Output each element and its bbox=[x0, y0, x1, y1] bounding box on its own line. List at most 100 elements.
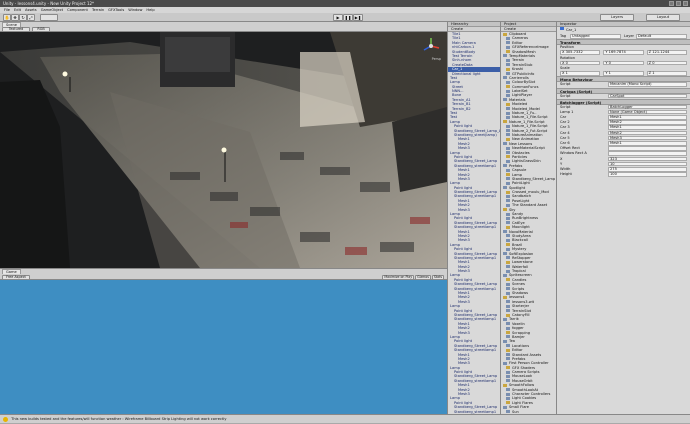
field-value[interactable]: Mesh1 bbox=[608, 141, 687, 146]
asset-icon bbox=[506, 116, 510, 119]
field-value[interactable]: BatchLogger bbox=[608, 105, 687, 110]
object-name-field[interactable]: Car_1 bbox=[566, 27, 576, 34]
asset-icon bbox=[506, 68, 510, 71]
pivot-toggle[interactable] bbox=[40, 14, 58, 21]
asset-icon bbox=[506, 37, 510, 40]
hierarchy-item[interactable]: Standberg_streetlamp1 bbox=[448, 287, 500, 291]
scale-z-field[interactable]: Z 1 bbox=[647, 71, 687, 76]
project-item-label: SmoothFollow bbox=[509, 383, 534, 387]
tag-dropdown[interactable]: Untagged bbox=[570, 34, 621, 39]
step-button[interactable]: ▶❚ bbox=[353, 14, 363, 21]
pause-button[interactable]: ❚❚ bbox=[343, 14, 353, 21]
render-mode-dropdown[interactable]: RGB bbox=[32, 27, 50, 32]
layer-dropdown[interactable]: Default bbox=[636, 34, 687, 39]
hierarchy-item[interactable]: Standberg_street(lamp) bbox=[448, 133, 500, 137]
project-item-label: Spritescreen bbox=[509, 273, 532, 277]
layers-dropdown[interactable]: Layers bbox=[600, 14, 634, 21]
position-y-field[interactable]: Y 169.7874 bbox=[603, 50, 643, 55]
project-item-label: Standberg_Street_Lamp bbox=[512, 177, 555, 181]
project-item-label: PoseLight bbox=[512, 199, 529, 203]
hierarchy-item[interactable]: Standberg_streetlamp1 bbox=[448, 317, 500, 321]
hierarchy-item[interactable]: Standberg_Street_Lamp bbox=[448, 282, 500, 286]
asset-icon bbox=[506, 177, 510, 180]
component-script-field[interactable]: CarSpot bbox=[608, 94, 687, 99]
asset-icon bbox=[506, 314, 510, 317]
project-item-label: Kroshi bbox=[512, 67, 523, 71]
maximize-button[interactable] bbox=[676, 1, 681, 6]
shading-mode-dropdown[interactable]: Textured bbox=[2, 27, 30, 32]
scene-gizmo-icon[interactable] bbox=[421, 36, 441, 56]
move-tool-button[interactable]: ✥ bbox=[11, 14, 19, 21]
rotation-y-field[interactable]: Y 0 bbox=[603, 61, 643, 66]
project-item-label: Scrapping bbox=[512, 331, 530, 335]
scene-header: Scene Textured RGB bbox=[0, 22, 447, 32]
game-option-button[interactable]: Gizmos bbox=[415, 275, 431, 280]
field-value[interactable]: 323 bbox=[608, 157, 687, 162]
hand-tool-button[interactable]: ✋ bbox=[3, 14, 11, 21]
scale-y-field[interactable]: Y 1 bbox=[603, 71, 643, 76]
component-script-field[interactable]: Mecanim (Mono Script) bbox=[608, 82, 687, 87]
asset-icon bbox=[503, 362, 507, 365]
field-value[interactable]: 100 bbox=[608, 172, 687, 177]
hierarchy-item[interactable]: Standberg_Street_Lamp bbox=[448, 405, 500, 409]
hierarchy-item[interactable]: Standberg_streetlamp1 bbox=[448, 379, 500, 383]
project-item-label: Sandbatch bbox=[512, 194, 531, 198]
hierarchy-item[interactable]: Standberg_streetlamp1 bbox=[448, 164, 500, 168]
project-item-label: Clipboard bbox=[509, 32, 526, 36]
hierarchy-list: Tile1Tile1Main CameranhtCarbon.1StudentB… bbox=[448, 32, 500, 414]
field-value[interactable]: Mesh1 bbox=[608, 115, 687, 120]
aspect-dropdown[interactable]: Free Aspect bbox=[2, 275, 30, 280]
rotate-tool-button[interactable]: ↻ bbox=[19, 14, 27, 21]
asset-icon bbox=[506, 278, 510, 281]
tab-game[interactable]: Game bbox=[2, 269, 21, 274]
play-button[interactable]: ▶ bbox=[333, 14, 343, 21]
gameobject-icon bbox=[560, 27, 564, 30]
game-option-button[interactable]: Maximize on Play bbox=[382, 275, 414, 280]
position-x-field[interactable]: X 305.7332 bbox=[560, 50, 600, 55]
close-button[interactable] bbox=[683, 1, 688, 6]
asset-icon bbox=[506, 129, 510, 132]
project-item-label: Tarrik bbox=[509, 317, 519, 321]
asset-icon bbox=[506, 103, 510, 106]
asset-icon bbox=[506, 393, 510, 396]
asset-icon bbox=[506, 371, 510, 374]
project-item-label: MouseOrbit bbox=[512, 379, 533, 383]
field-value[interactable]: Mesh3 bbox=[608, 136, 687, 141]
layout-dropdown[interactable]: Layout bbox=[646, 14, 680, 21]
scale-tool-button[interactable]: ⤢ bbox=[27, 14, 35, 21]
project-item-label: Nature_1_File.Script bbox=[509, 120, 545, 124]
project-item-label: fogger bbox=[512, 326, 524, 330]
project-item-label: Shadows bbox=[512, 291, 528, 295]
hierarchy-item[interactable]: Standberg_streetlamp1 bbox=[448, 225, 500, 229]
project-item-label: Crossed_moulu_Mod bbox=[512, 190, 549, 194]
field-value[interactable]: 10 bbox=[608, 162, 687, 167]
project-item-label: ColourBySlot bbox=[512, 80, 535, 84]
scene-view[interactable]: Persp bbox=[0, 32, 447, 268]
field-value[interactable]: 275 bbox=[608, 167, 687, 172]
project-item-label: Tea bbox=[509, 339, 515, 343]
minimize-button[interactable] bbox=[669, 1, 674, 6]
asset-icon bbox=[503, 340, 507, 343]
hierarchy-item[interactable]: Standberg_streetlamp1 bbox=[448, 256, 500, 260]
field-value[interactable] bbox=[608, 146, 687, 151]
project-item-label: Materials bbox=[509, 98, 525, 102]
hierarchy-item[interactable]: Standberg_streetlamp1 bbox=[448, 194, 500, 198]
scale-x-field[interactable]: X 1 bbox=[560, 71, 600, 76]
field-value[interactable]: Mesh2 bbox=[608, 131, 687, 136]
status-message[interactable]: This new builds tested and the features/… bbox=[11, 417, 226, 421]
field-value[interactable]: None (Game Object) bbox=[608, 110, 687, 115]
asset-icon bbox=[506, 81, 510, 84]
asset-icon bbox=[506, 366, 510, 369]
field-value[interactable]: Mesh2 bbox=[608, 120, 687, 125]
game-option-button[interactable]: Stats bbox=[432, 275, 444, 280]
position-z-field[interactable]: Z 121.1244 bbox=[647, 50, 687, 55]
project-item-label: Tropical bbox=[512, 269, 526, 273]
rotation-z-field[interactable]: Z 0 bbox=[647, 61, 687, 66]
hierarchy-item[interactable]: Standberg_streetlamp1 bbox=[448, 348, 500, 352]
field-value[interactable] bbox=[608, 151, 687, 156]
game-view[interactable] bbox=[0, 280, 447, 414]
asset-icon bbox=[506, 239, 510, 242]
asset-icon bbox=[506, 375, 510, 378]
field-value[interactable]: Mesh1 bbox=[608, 125, 687, 130]
rotation-x-field[interactable]: X 0 bbox=[560, 61, 600, 66]
